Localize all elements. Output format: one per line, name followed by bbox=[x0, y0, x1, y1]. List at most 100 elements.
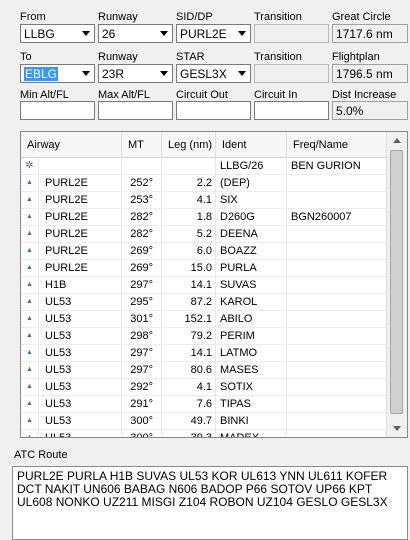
sid-transition-label: Transition bbox=[254, 11, 302, 23]
ident-cell: DEENA bbox=[216, 226, 287, 242]
circuit-in-input[interactable] bbox=[254, 101, 329, 120]
chevron-down-icon[interactable] bbox=[234, 25, 250, 42]
mt-cell: 282° bbox=[122, 226, 162, 242]
max-alt-label: Max Alt/FL bbox=[98, 89, 150, 101]
ident-cell: MASES bbox=[216, 362, 287, 378]
chevron-down-icon[interactable] bbox=[156, 65, 172, 82]
min-alt-input[interactable] bbox=[20, 101, 95, 120]
freq-name-cell bbox=[287, 260, 387, 276]
table-row[interactable]: ▲ UL53 300° 49.7 BINKI bbox=[21, 413, 387, 430]
circuit-out-input[interactable] bbox=[176, 101, 251, 120]
airway-cell: UL53 bbox=[39, 328, 122, 344]
column-header-mt[interactable]: MT bbox=[122, 132, 162, 157]
airway-cell: UL53 bbox=[39, 311, 122, 327]
vertical-scrollbar[interactable] bbox=[386, 132, 407, 437]
airport-icon: ✲ bbox=[21, 158, 39, 174]
waypoint-icon: ▲ bbox=[21, 277, 39, 293]
table-row[interactable]: ▲ UL53 291° 7.6 TIPAS bbox=[21, 396, 387, 413]
arr-runway-select[interactable]: 23R bbox=[98, 64, 173, 83]
atc-route-text[interactable]: PURL2E PURLA H1B SUVAS UL53 KOR UL613 YN… bbox=[12, 466, 408, 540]
chevron-down-icon[interactable] bbox=[234, 65, 250, 82]
mt-cell: 269° bbox=[122, 243, 162, 259]
leg-cell: 39.3 bbox=[162, 430, 216, 437]
table-row[interactable]: ▲ H1B 297° 14.1 SUVAS bbox=[21, 277, 387, 294]
column-header-leg[interactable]: Leg (nm) bbox=[162, 132, 216, 157]
table-row[interactable]: ▲ PURL2E 269° 15.0 PURLA bbox=[21, 260, 387, 277]
star-label: STAR bbox=[176, 51, 205, 63]
star-select[interactable]: GESL3X bbox=[176, 64, 251, 83]
star-transition-field[interactable] bbox=[254, 64, 329, 83]
waypoint-icon: ▲ bbox=[21, 396, 39, 412]
table-row[interactable]: ▲ PURL2E 269° 6.0 BOAZZ bbox=[21, 243, 387, 260]
airway-cell: PURL2E bbox=[39, 192, 122, 208]
waypoint-icon: ▲ bbox=[21, 294, 39, 310]
table-row[interactable]: ▲ PURL2E 253° 4.1 SIX bbox=[21, 192, 387, 209]
max-alt-input[interactable] bbox=[98, 101, 173, 120]
table-row[interactable]: ▲ UL53 298° 79.2 PERIM bbox=[21, 328, 387, 345]
ident-cell: LATMO bbox=[216, 345, 287, 361]
column-header-ident[interactable]: Ident bbox=[216, 132, 287, 157]
sid-label: SID/DP bbox=[176, 11, 213, 23]
ident-cell: PERIM bbox=[216, 328, 287, 344]
table-row[interactable]: ▲ PURL2E 282° 5.2 DEENA bbox=[21, 226, 387, 243]
table-row[interactable]: ▲ UL53 300° 39.3 MADEX bbox=[21, 430, 387, 437]
airway-cell: H1B bbox=[39, 277, 122, 293]
dist-increase-value: 5.0% bbox=[332, 101, 408, 120]
ident-cell: MADEX bbox=[216, 430, 287, 437]
sid-select[interactable]: PURL2E bbox=[176, 24, 251, 43]
leg-cell: 1.8 bbox=[162, 209, 216, 225]
ident-cell: SOTIX bbox=[216, 379, 287, 395]
scroll-up-icon[interactable] bbox=[387, 132, 407, 149]
column-header-airway[interactable]: Airway bbox=[21, 132, 122, 157]
to-value: EBLG bbox=[24, 66, 59, 81]
from-select[interactable]: LLBG bbox=[20, 24, 95, 43]
flightplan-distance-value: 1796.5 nm bbox=[332, 64, 408, 83]
freq-name-cell bbox=[287, 226, 387, 242]
to-label: To bbox=[20, 51, 32, 63]
route-table[interactable]: Airway MT Leg (nm) Ident Freq/Name ✲ LLBG… bbox=[20, 131, 408, 438]
table-row[interactable]: ▲ PURL2E 282° 1.8 D260G BGN260007 bbox=[21, 209, 387, 226]
freq-name-cell bbox=[287, 192, 387, 208]
table-row[interactable]: ▲ PURL2E 252° 2.2 (DEP) bbox=[21, 175, 387, 192]
table-row[interactable]: ▲ UL53 292° 4.1 SOTIX bbox=[21, 379, 387, 396]
leg-cell: 4.1 bbox=[162, 379, 216, 395]
dep-runway-select[interactable]: 26 bbox=[98, 24, 173, 43]
table-row[interactable]: ✲ LLBG/26 BEN GURION bbox=[21, 158, 387, 175]
waypoint-icon: ▲ bbox=[21, 362, 39, 378]
waypoint-icon: ▲ bbox=[21, 430, 39, 437]
waypoint-icon: ▲ bbox=[21, 345, 39, 361]
waypoint-icon: ▲ bbox=[21, 175, 39, 191]
sid-transition-field[interactable] bbox=[254, 24, 329, 43]
scroll-down-icon[interactable] bbox=[387, 420, 407, 437]
chevron-down-icon[interactable] bbox=[156, 25, 172, 42]
freq-name-cell: BEN GURION bbox=[291, 160, 361, 172]
flightplan-label: Flightplan bbox=[332, 51, 380, 63]
table-row[interactable]: ▲ UL53 297° 80.6 MASES bbox=[21, 362, 387, 379]
table-row[interactable]: ▲ UL53 295° 87.2 KAROL bbox=[21, 294, 387, 311]
airway-cell: UL53 bbox=[39, 430, 122, 437]
arr-runway-label: Runway bbox=[98, 51, 138, 63]
chevron-down-icon[interactable] bbox=[78, 65, 94, 82]
ident-cell: D260G bbox=[216, 209, 287, 225]
chevron-down-icon[interactable] bbox=[78, 25, 94, 42]
mt-cell: 282° bbox=[122, 209, 162, 225]
scrollbar-thumb[interactable] bbox=[390, 150, 403, 414]
to-select[interactable]: EBLG bbox=[20, 64, 95, 83]
mt-cell: 291° bbox=[122, 396, 162, 412]
ident-cell: TIPAS bbox=[216, 396, 287, 412]
leg-cell: 5.2 bbox=[162, 226, 216, 242]
airway-cell: UL53 bbox=[39, 413, 122, 429]
freq-name-cell bbox=[287, 328, 387, 344]
column-header-freq-name[interactable]: Freq/Name bbox=[287, 132, 387, 157]
dep-runway-value: 26 bbox=[102, 26, 116, 41]
leg-cell: 14.1 bbox=[162, 345, 216, 361]
waypoint-icon: ▲ bbox=[21, 379, 39, 395]
circuit-out-label: Circuit Out bbox=[176, 89, 228, 101]
mt-cell: 297° bbox=[122, 345, 162, 361]
table-row[interactable]: ▲ UL53 297° 14.1 LATMO bbox=[21, 345, 387, 362]
waypoint-icon: ▲ bbox=[21, 260, 39, 276]
table-row[interactable]: ▲ UL53 301° 152.1 ABILO bbox=[21, 311, 387, 328]
dep-runway-label: Runway bbox=[98, 11, 138, 23]
from-value: LLBG bbox=[24, 26, 55, 41]
circuit-in-label: Circuit In bbox=[254, 89, 298, 101]
